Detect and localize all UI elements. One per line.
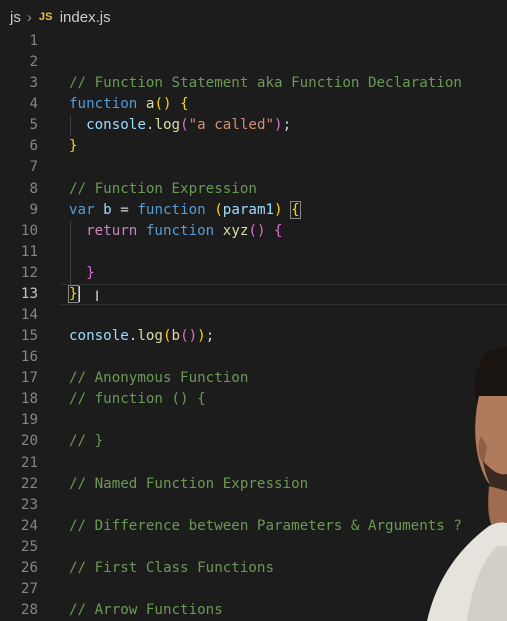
keyword: function (69, 96, 138, 113)
brace: { (290, 200, 301, 219)
paren: ) (274, 201, 283, 218)
method-name: log (137, 328, 163, 345)
punctuation: ; (282, 117, 292, 134)
comment: // Anonymous Function (69, 370, 249, 387)
keyword: var (69, 201, 95, 218)
paren: ( (162, 328, 172, 345)
line-number: 4 (29, 96, 38, 113)
code-line[interactable]: 3 // Function Statement aka Function Decl… (0, 73, 507, 94)
breadcrumb-file[interactable]: index.js (60, 9, 111, 26)
line-number: 3 (29, 75, 38, 92)
paren: ( (180, 117, 189, 134)
line-number: 23 (20, 496, 38, 513)
code-line-current[interactable]: 13} I (0, 283, 507, 306)
line-number: 14 (20, 307, 38, 324)
line-number: 8 (29, 180, 38, 197)
identifier: b (103, 201, 112, 218)
code-line[interactable]: 10 return function xyz() { (0, 220, 507, 242)
paren: () (154, 96, 172, 113)
current-line-highlight (60, 283, 507, 306)
code-line[interactable]: 1 (0, 31, 507, 52)
line-number: 1 (29, 33, 38, 49)
line-number: 6 (29, 138, 38, 155)
identifier: console (69, 328, 129, 345)
brace: } (68, 284, 79, 303)
breadcrumb-folder[interactable]: js (10, 9, 21, 26)
brace: } (86, 264, 95, 281)
line-number: 11 (20, 243, 38, 260)
code-line[interactable]: 8 // Function Expression (0, 179, 507, 200)
brace: { (180, 96, 189, 113)
brace: } (69, 138, 78, 155)
line-number: 25 (20, 538, 38, 555)
chevron-right-icon: › (26, 8, 32, 26)
parameter: param1 (222, 201, 275, 218)
javascript-file-icon: JS (38, 11, 53, 23)
code-line[interactable]: 6} (0, 136, 507, 157)
code-line[interactable]: 12 } (0, 262, 507, 284)
line-number: 10 (20, 222, 38, 239)
comment: // } (69, 433, 104, 450)
breadcrumb: js › JS index.js (0, 0, 507, 34)
code-line[interactable]: 4 function a() { (0, 94, 507, 115)
line-number: 17 (20, 370, 38, 387)
line-number: 21 (20, 454, 38, 471)
code-line[interactable]: 14 (0, 305, 507, 326)
code-line[interactable]: 15 console.log(b()); (0, 326, 507, 347)
function-name: xyz (222, 222, 249, 239)
indent-guide (70, 241, 71, 263)
comment: // function () { (69, 391, 206, 408)
line-number: 18 (20, 391, 38, 408)
code-line[interactable]: 2 (0, 52, 507, 73)
comment: // Function Expression (69, 180, 257, 197)
comment: // Named Function Expression (69, 475, 309, 492)
brace: { (274, 222, 283, 239)
comment: // Function Statement aka Function Decla… (69, 75, 462, 92)
string-literal: "a called" (188, 117, 275, 134)
line-number: 15 (20, 328, 38, 345)
line-number: 2 (29, 54, 38, 71)
presenter-webcam-overlay (427, 346, 507, 621)
comment: // Arrow Functions (69, 602, 223, 619)
line-number: 27 (20, 581, 38, 598)
text-caret (78, 285, 80, 302)
line-number: 13 (20, 285, 38, 302)
line-number: 22 (20, 475, 38, 492)
identifier: console (86, 117, 146, 134)
paren: ) (274, 117, 283, 134)
line-number: 16 (20, 349, 38, 366)
paren: () (180, 328, 198, 345)
operator: = (120, 201, 129, 218)
line-number: 20 (20, 433, 38, 450)
line-number: 24 (20, 517, 38, 534)
paren: ) (197, 328, 206, 345)
method-name: log (154, 117, 181, 134)
line-number: 26 (20, 559, 38, 576)
code-line[interactable]: 7 (0, 157, 507, 178)
comment: // Difference between Parameters & Argum… (69, 517, 462, 534)
line-number: 12 (20, 264, 38, 281)
line-number: 9 (29, 201, 38, 218)
punctuation: ; (205, 328, 215, 345)
keyword: function (137, 201, 206, 218)
comment: // First Class Functions (69, 559, 274, 576)
paren: ( (214, 201, 223, 218)
line-number: 28 (20, 602, 38, 619)
line-number: 5 (29, 117, 38, 134)
paren: () (248, 222, 266, 239)
code-line[interactable]: 11 (0, 241, 507, 263)
code-line[interactable]: 5 console.log("a called"); (0, 115, 507, 137)
line-number: 7 (29, 159, 38, 176)
line-number: 19 (20, 412, 38, 429)
keyword: return (86, 222, 138, 239)
keyword: function (145, 222, 215, 239)
code-line[interactable]: 9 var b = function (param1) { (0, 200, 507, 221)
function-name: b (171, 328, 181, 345)
